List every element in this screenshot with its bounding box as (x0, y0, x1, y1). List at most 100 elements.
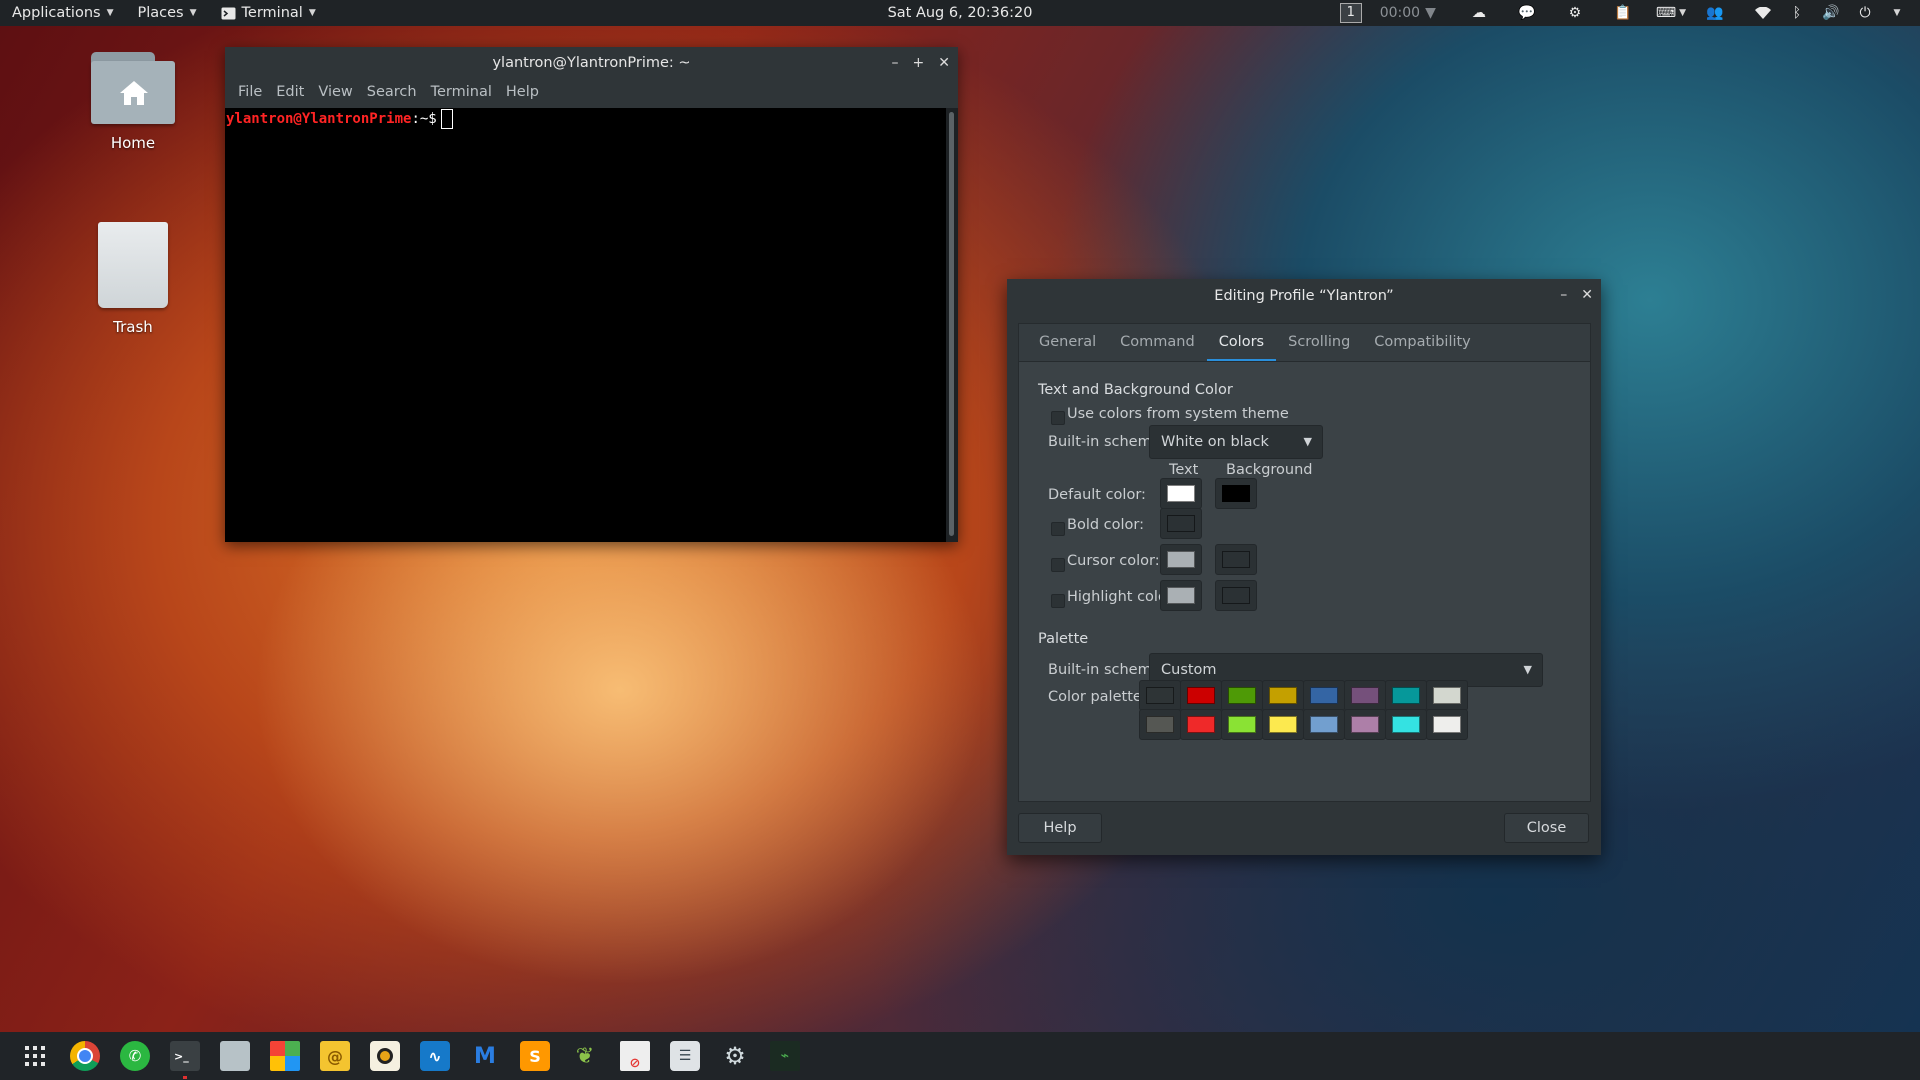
close-icon[interactable]: ✕ (938, 55, 950, 71)
cloud-icon[interactable]: ☁ (1458, 0, 1500, 26)
clipboard-icon[interactable]: 📋 (1602, 0, 1644, 26)
palette-swatch-12[interactable] (1303, 709, 1345, 740)
palette-swatch-5[interactable] (1344, 680, 1386, 711)
dock-leafpad[interactable]: ❦ (560, 1032, 610, 1080)
palette-swatch-13[interactable] (1344, 709, 1386, 740)
workspace-indicator[interactable]: 1 (1330, 0, 1372, 26)
palette-swatch-8[interactable] (1139, 709, 1181, 740)
wifi-icon[interactable] (1746, 0, 1780, 26)
cursor-color-checkbox[interactable] (1051, 558, 1065, 572)
dock-system-monitor[interactable]: ⌁ (760, 1032, 810, 1080)
dock-mail[interactable]: @ (310, 1032, 360, 1080)
dock-system-settings[interactable]: ⚙ (710, 1032, 760, 1080)
tab-compatibility[interactable]: Compatibility (1362, 324, 1482, 361)
app-menu-terminal[interactable]: Terminal ▼ (209, 0, 328, 26)
dock-files[interactable] (210, 1032, 260, 1080)
highlight-background-color-button[interactable] (1215, 580, 1257, 611)
bluetooth-icon[interactable]: ᛒ (1780, 0, 1814, 26)
menu-view[interactable]: View (312, 84, 358, 100)
dock-malwarebytes[interactable]: M (460, 1032, 510, 1080)
terminal-title: ylantron@YlantronPrime: ~ (492, 55, 691, 71)
help-button[interactable]: Help (1018, 813, 1102, 843)
use-system-colors-checkbox[interactable] (1051, 411, 1065, 425)
palette-swatch-14[interactable] (1385, 709, 1427, 740)
column-background-label: Background (1226, 462, 1313, 478)
palette-swatch-0[interactable] (1139, 680, 1181, 711)
sublime-text-icon: S (520, 1041, 550, 1071)
default-background-color-button[interactable] (1215, 478, 1257, 509)
dock-whatsapp[interactable]: ✆ (110, 1032, 160, 1080)
menu-help[interactable]: Help (500, 84, 545, 100)
chevron-down-icon[interactable]: ▼ (1882, 0, 1920, 26)
gear-icon[interactable]: ⚙ (1554, 0, 1596, 26)
menu-search[interactable]: Search (361, 84, 423, 100)
builtin-schemes-select[interactable]: White on black ▼ (1149, 425, 1323, 459)
applications-menu[interactable]: Applications ▼ (0, 0, 126, 26)
bold-color-label: Bold color: (1067, 517, 1144, 533)
volume-icon[interactable]: 🔊 (1814, 0, 1848, 26)
palette-swatch-4[interactable] (1303, 680, 1345, 711)
terminal-scrollbar[interactable] (946, 108, 958, 542)
dock-document[interactable]: ⊘ (610, 1032, 660, 1080)
bold-color-button[interactable] (1160, 508, 1202, 539)
prompt-path: :~$ (411, 111, 437, 127)
tab-command[interactable]: Command (1108, 324, 1207, 361)
places-menu[interactable]: Places ▼ (126, 0, 209, 26)
palette-swatch-9[interactable] (1180, 709, 1222, 740)
keyboard-layout-icon[interactable]: ⌨ ▼ (1648, 0, 1694, 26)
timer-indicator[interactable]: 00:00 ▼ (1372, 0, 1444, 26)
palette-swatch-2[interactable] (1221, 680, 1263, 711)
maximize-icon[interactable]: + (913, 55, 925, 71)
desktop-icon-home[interactable]: Home (78, 52, 188, 152)
dialog-titlebar[interactable]: Editing Profile “Ylantron” – ✕ (1007, 279, 1601, 312)
swatch-fill (1310, 687, 1338, 704)
people-icon[interactable]: 👥 (1694, 0, 1736, 26)
highlight-color-checkbox[interactable] (1051, 594, 1065, 608)
bold-color-checkbox[interactable] (1051, 522, 1065, 536)
menu-file[interactable]: File (232, 84, 268, 100)
cursor-background-color-button[interactable] (1215, 544, 1257, 575)
palette-builtin-value: Custom (1161, 662, 1217, 678)
dock-wireshark[interactable]: ∿ (410, 1032, 460, 1080)
tab-general[interactable]: General (1027, 324, 1108, 361)
palette-swatch-1[interactable] (1180, 680, 1222, 711)
palette-swatch-3[interactable] (1262, 680, 1304, 711)
clock[interactable]: Sat Aug 6, 20:36:20 (888, 5, 1033, 21)
tab-colors[interactable]: Colors (1206, 324, 1277, 361)
text-cursor (440, 109, 453, 129)
chat-icon[interactable]: 💬 (1506, 0, 1548, 26)
swatch-fill (1433, 716, 1461, 733)
swatch-fill (1351, 687, 1379, 704)
default-text-color-button[interactable] (1160, 478, 1202, 509)
power-icon[interactable]: ⏻ (1848, 0, 1882, 26)
dock-rhythmbox[interactable] (360, 1032, 410, 1080)
palette-swatch-11[interactable] (1262, 709, 1304, 740)
swatch-fill (1146, 716, 1174, 733)
highlight-text-color-button[interactable] (1160, 580, 1202, 611)
dock-sublime[interactable]: S (510, 1032, 560, 1080)
terminal-titlebar[interactable]: ylantron@YlantronPrime: ~ – + ✕ (225, 47, 958, 79)
desktop-icon-trash[interactable]: Trash (78, 222, 188, 336)
prompt-user: ylantron@YlantronPrime (226, 111, 412, 127)
palette-swatch-7[interactable] (1426, 680, 1468, 711)
palette-swatch-15[interactable] (1426, 709, 1468, 740)
minimize-icon[interactable]: – (892, 55, 899, 71)
dock-chrome[interactable] (60, 1032, 110, 1080)
menu-terminal[interactable]: Terminal (425, 84, 498, 100)
trash-label: Trash (113, 318, 153, 336)
menu-edit[interactable]: Edit (270, 84, 310, 100)
app-grid-button[interactable] (10, 1032, 60, 1080)
palette-swatch-6[interactable] (1385, 680, 1427, 711)
dock-terminal[interactable]: >_ (160, 1032, 210, 1080)
tab-scrolling[interactable]: Scrolling (1276, 324, 1362, 361)
terminal-screen[interactable]: ylantron@YlantronPrime:~$ (225, 108, 946, 542)
cursor-text-color-button[interactable] (1160, 544, 1202, 575)
close-button[interactable]: Close (1504, 813, 1589, 843)
close-icon[interactable]: ✕ (1581, 287, 1593, 303)
document-icon: ⊘ (620, 1041, 650, 1071)
dock-software[interactable] (260, 1032, 310, 1080)
scrollbar-thumb[interactable] (949, 112, 954, 536)
palette-swatch-10[interactable] (1221, 709, 1263, 740)
dock-settings-panel[interactable]: ☰ (660, 1032, 710, 1080)
minimize-icon[interactable]: – (1560, 287, 1567, 303)
